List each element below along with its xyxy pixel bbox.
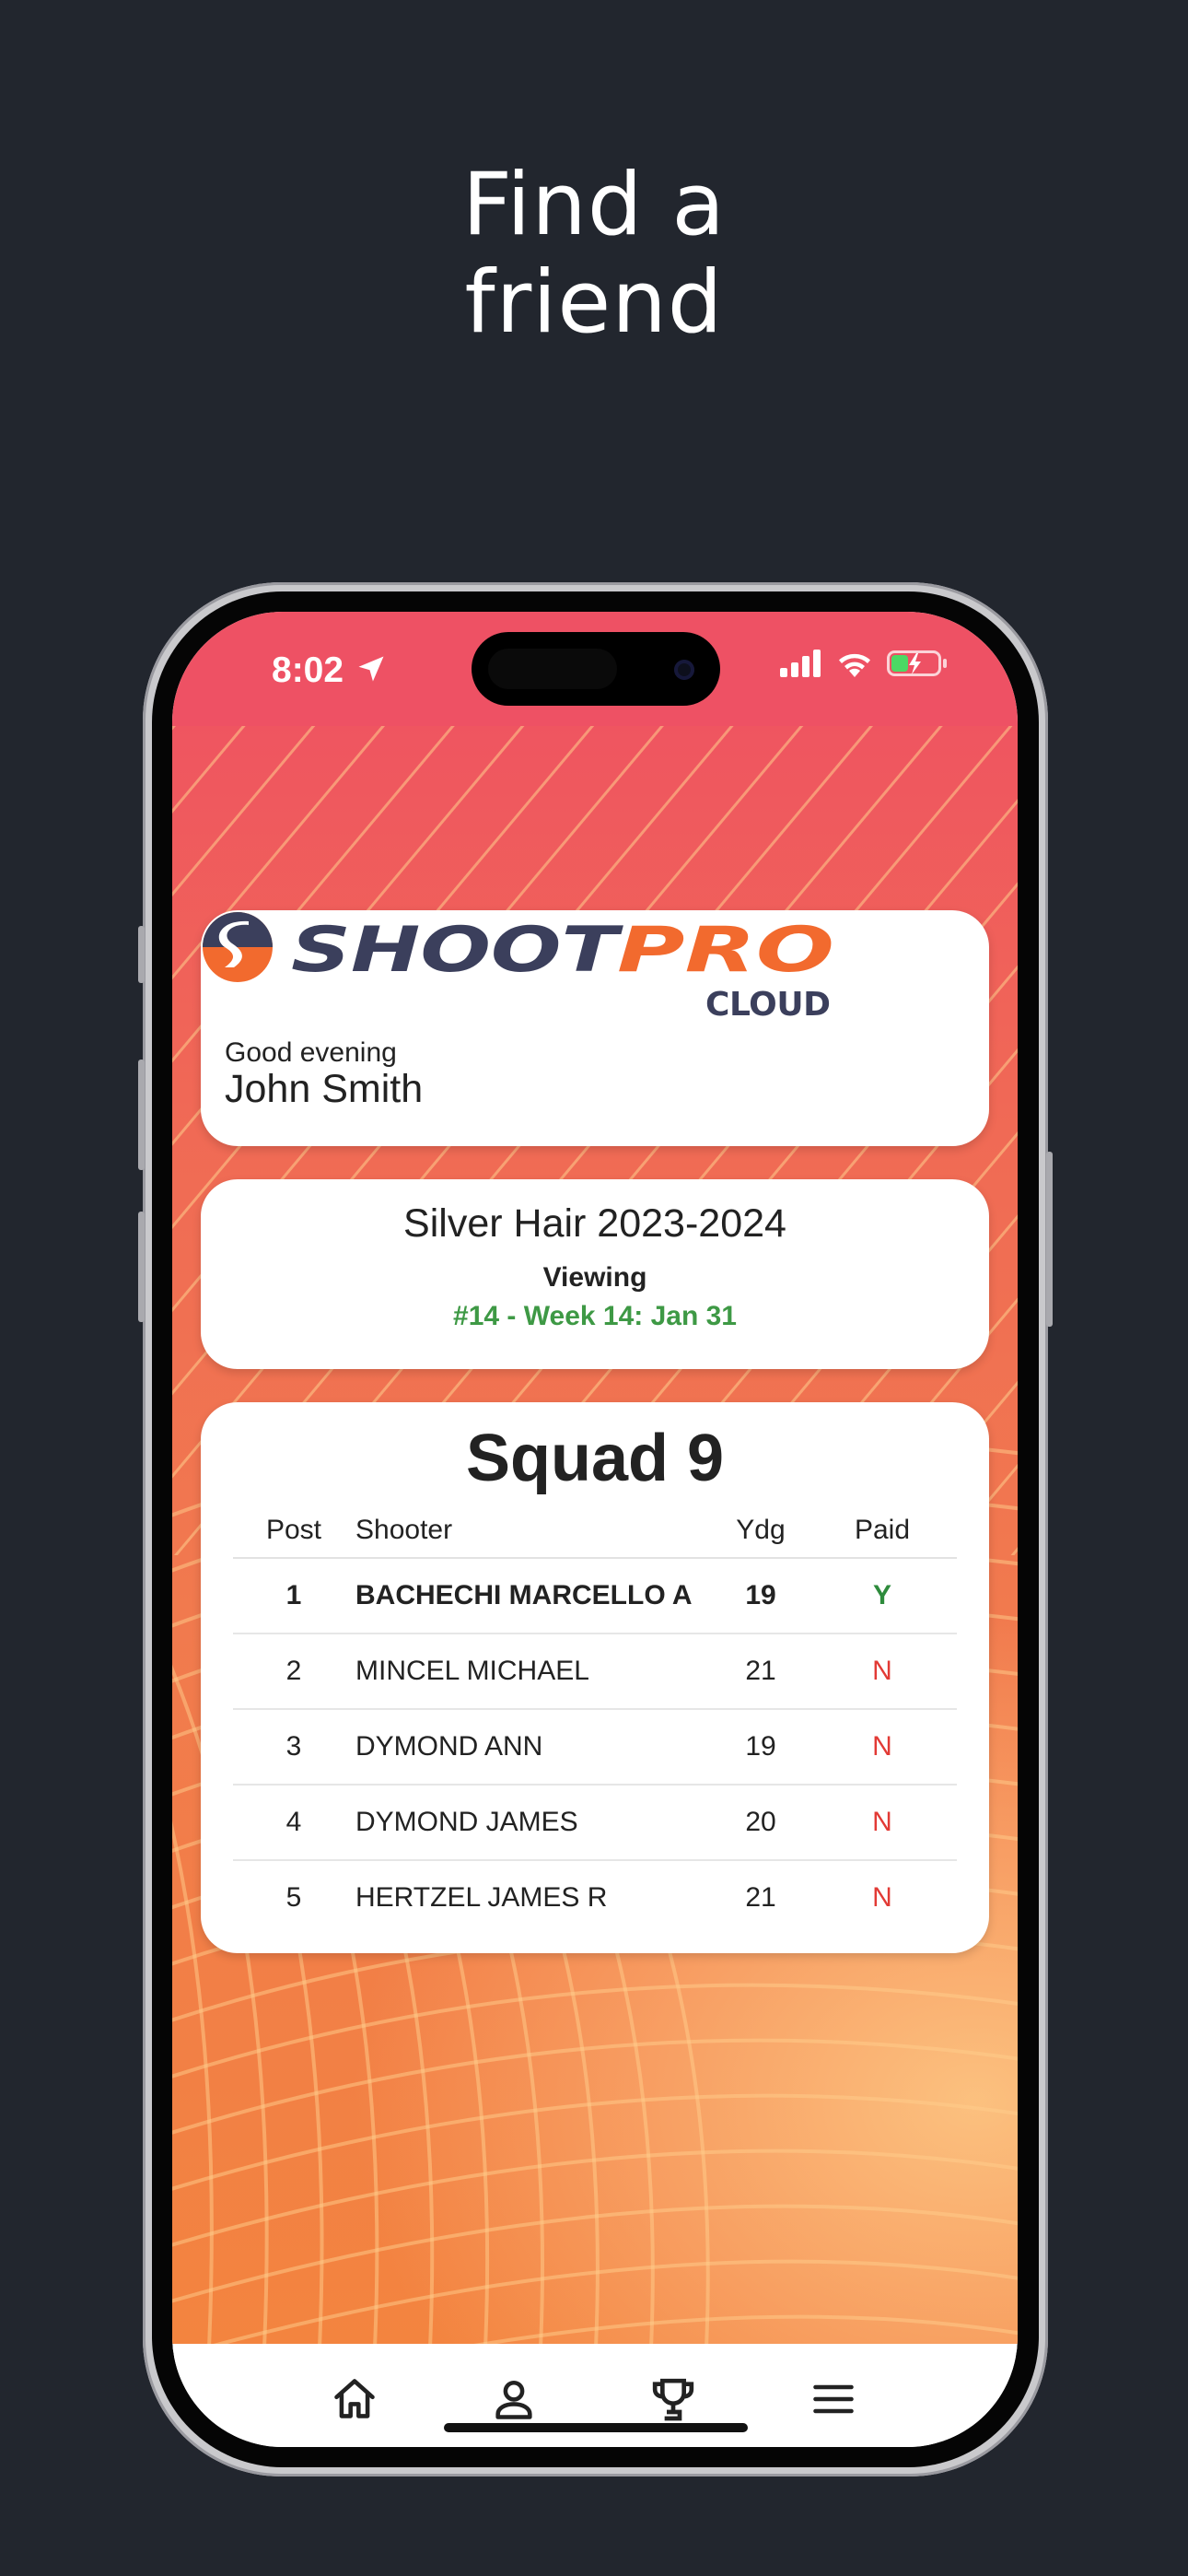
battery-charging-icon: [887, 650, 947, 676]
greeting-card: SHOOT PRO CLOUD Good evening John Smith: [201, 910, 989, 1146]
user-name: John Smith: [225, 1067, 424, 1111]
cell-paid: Y: [808, 1558, 957, 1634]
logo-word-cloud: CLOUD: [705, 986, 831, 1021]
cell-post: 3: [233, 1709, 355, 1786]
viewing-label: Viewing: [542, 1262, 647, 1293]
phone-screen: 8:02 SHOOT PRO CLOUD Good evening John S…: [172, 612, 1018, 2447]
headline-line-2: friend: [464, 252, 724, 353]
status-bar: 8:02: [172, 612, 1018, 726]
island-sensor: [488, 649, 617, 689]
cell-paid: N: [808, 1709, 957, 1786]
table-row[interactable]: 3 DYMOND ANN 19 N: [233, 1709, 957, 1786]
cell-ydg: 21: [745, 1882, 776, 1913]
cell-ydg: 20: [714, 1785, 808, 1861]
dynamic-island: [472, 632, 720, 706]
cellular-signal-icon: [780, 650, 821, 677]
front-camera: [674, 660, 694, 680]
table-header-row: Post Shooter Ydg Paid: [233, 1504, 957, 1559]
tab-profile[interactable]: [486, 2371, 542, 2427]
column-header-shooter: Shooter: [355, 1504, 714, 1559]
squad-card: Squad 9 Post Shooter Ydg Paid 1 BACHECHI…: [201, 1402, 989, 1953]
cell-paid: N: [808, 1785, 957, 1861]
marketing-headline: Find a friend: [0, 157, 1188, 352]
profile-icon: [495, 2380, 532, 2419]
season-card[interactable]: Silver Hair 2023-2024 Viewing #14 - Week…: [201, 1179, 989, 1369]
menu-icon: [813, 2384, 854, 2414]
home-indicator[interactable]: [444, 2423, 748, 2432]
cell-ydg: 21: [714, 1633, 808, 1710]
home-icon: [334, 2379, 375, 2418]
cell-paid: N: [808, 1633, 957, 1710]
column-header-post: Post: [233, 1504, 355, 1559]
cell-shooter: MINCEL MICHAEL: [355, 1633, 714, 1710]
column-header-ydg: Ydg: [714, 1504, 808, 1559]
action-button: [138, 926, 145, 983]
status-icons: [780, 649, 948, 678]
logo-word-pro: PRO: [617, 914, 834, 987]
cell-shooter: BACHECHI MARCELLO A: [355, 1558, 714, 1634]
wifi-icon: [839, 653, 870, 677]
cell-post: 4: [233, 1785, 355, 1861]
squad-title: Squad 9: [465, 1422, 725, 1495]
table-row[interactable]: 4 DYMOND JAMES 20 N: [233, 1785, 957, 1861]
greeting-text: Good evening: [225, 1037, 397, 1068]
tab-home[interactable]: [327, 2371, 382, 2427]
table-row[interactable]: 5 HERTZEL JAMES R 21 N: [233, 1860, 957, 1935]
volume-down-button: [138, 1212, 145, 1322]
status-time: 8:02: [272, 650, 344, 690]
tab-trophy[interactable]: [646, 2371, 701, 2427]
headline-line-1: Find a: [461, 155, 727, 255]
table-row[interactable]: 2 MINCEL MICHAEL 21 N: [233, 1633, 957, 1710]
cell-post: 1: [233, 1558, 355, 1634]
cell-shooter: DYMOND JAMES: [355, 1785, 714, 1861]
shootpro-cloud-logo: SHOOT PRO CLOUD: [203, 912, 834, 1021]
logo-word-shoot: SHOOT: [291, 914, 623, 987]
cell-ydg: 19: [714, 1709, 808, 1786]
cell-shooter: DYMOND ANN: [355, 1709, 714, 1786]
current-week[interactable]: #14 - Week 14: Jan 31: [201, 1301, 989, 1332]
cell-shooter: HERTZEL JAMES R: [355, 1882, 608, 1913]
squad-table: Post Shooter Ydg Paid 1 BACHECHI MARCELL…: [233, 1504, 957, 1935]
cell-post: 5: [285, 1882, 302, 1913]
season-title: Silver Hair 2023-2024: [403, 1201, 786, 1246]
volume-up-button: [138, 1060, 145, 1170]
patterned-background: SHOOT PRO CLOUD Good evening John Smith …: [172, 726, 1018, 2344]
cell-ydg: 19: [714, 1558, 808, 1634]
cell-paid: N: [872, 1882, 892, 1913]
cell-post: 2: [233, 1633, 355, 1710]
tab-menu[interactable]: [806, 2371, 861, 2427]
table-row[interactable]: 1 BACHECHI MARCELLO A 19 Y: [233, 1558, 957, 1634]
trophy-icon: [652, 2378, 694, 2421]
location-arrow-icon: [358, 656, 384, 682]
power-button: [1046, 1152, 1053, 1327]
column-header-paid: Paid: [808, 1504, 957, 1559]
